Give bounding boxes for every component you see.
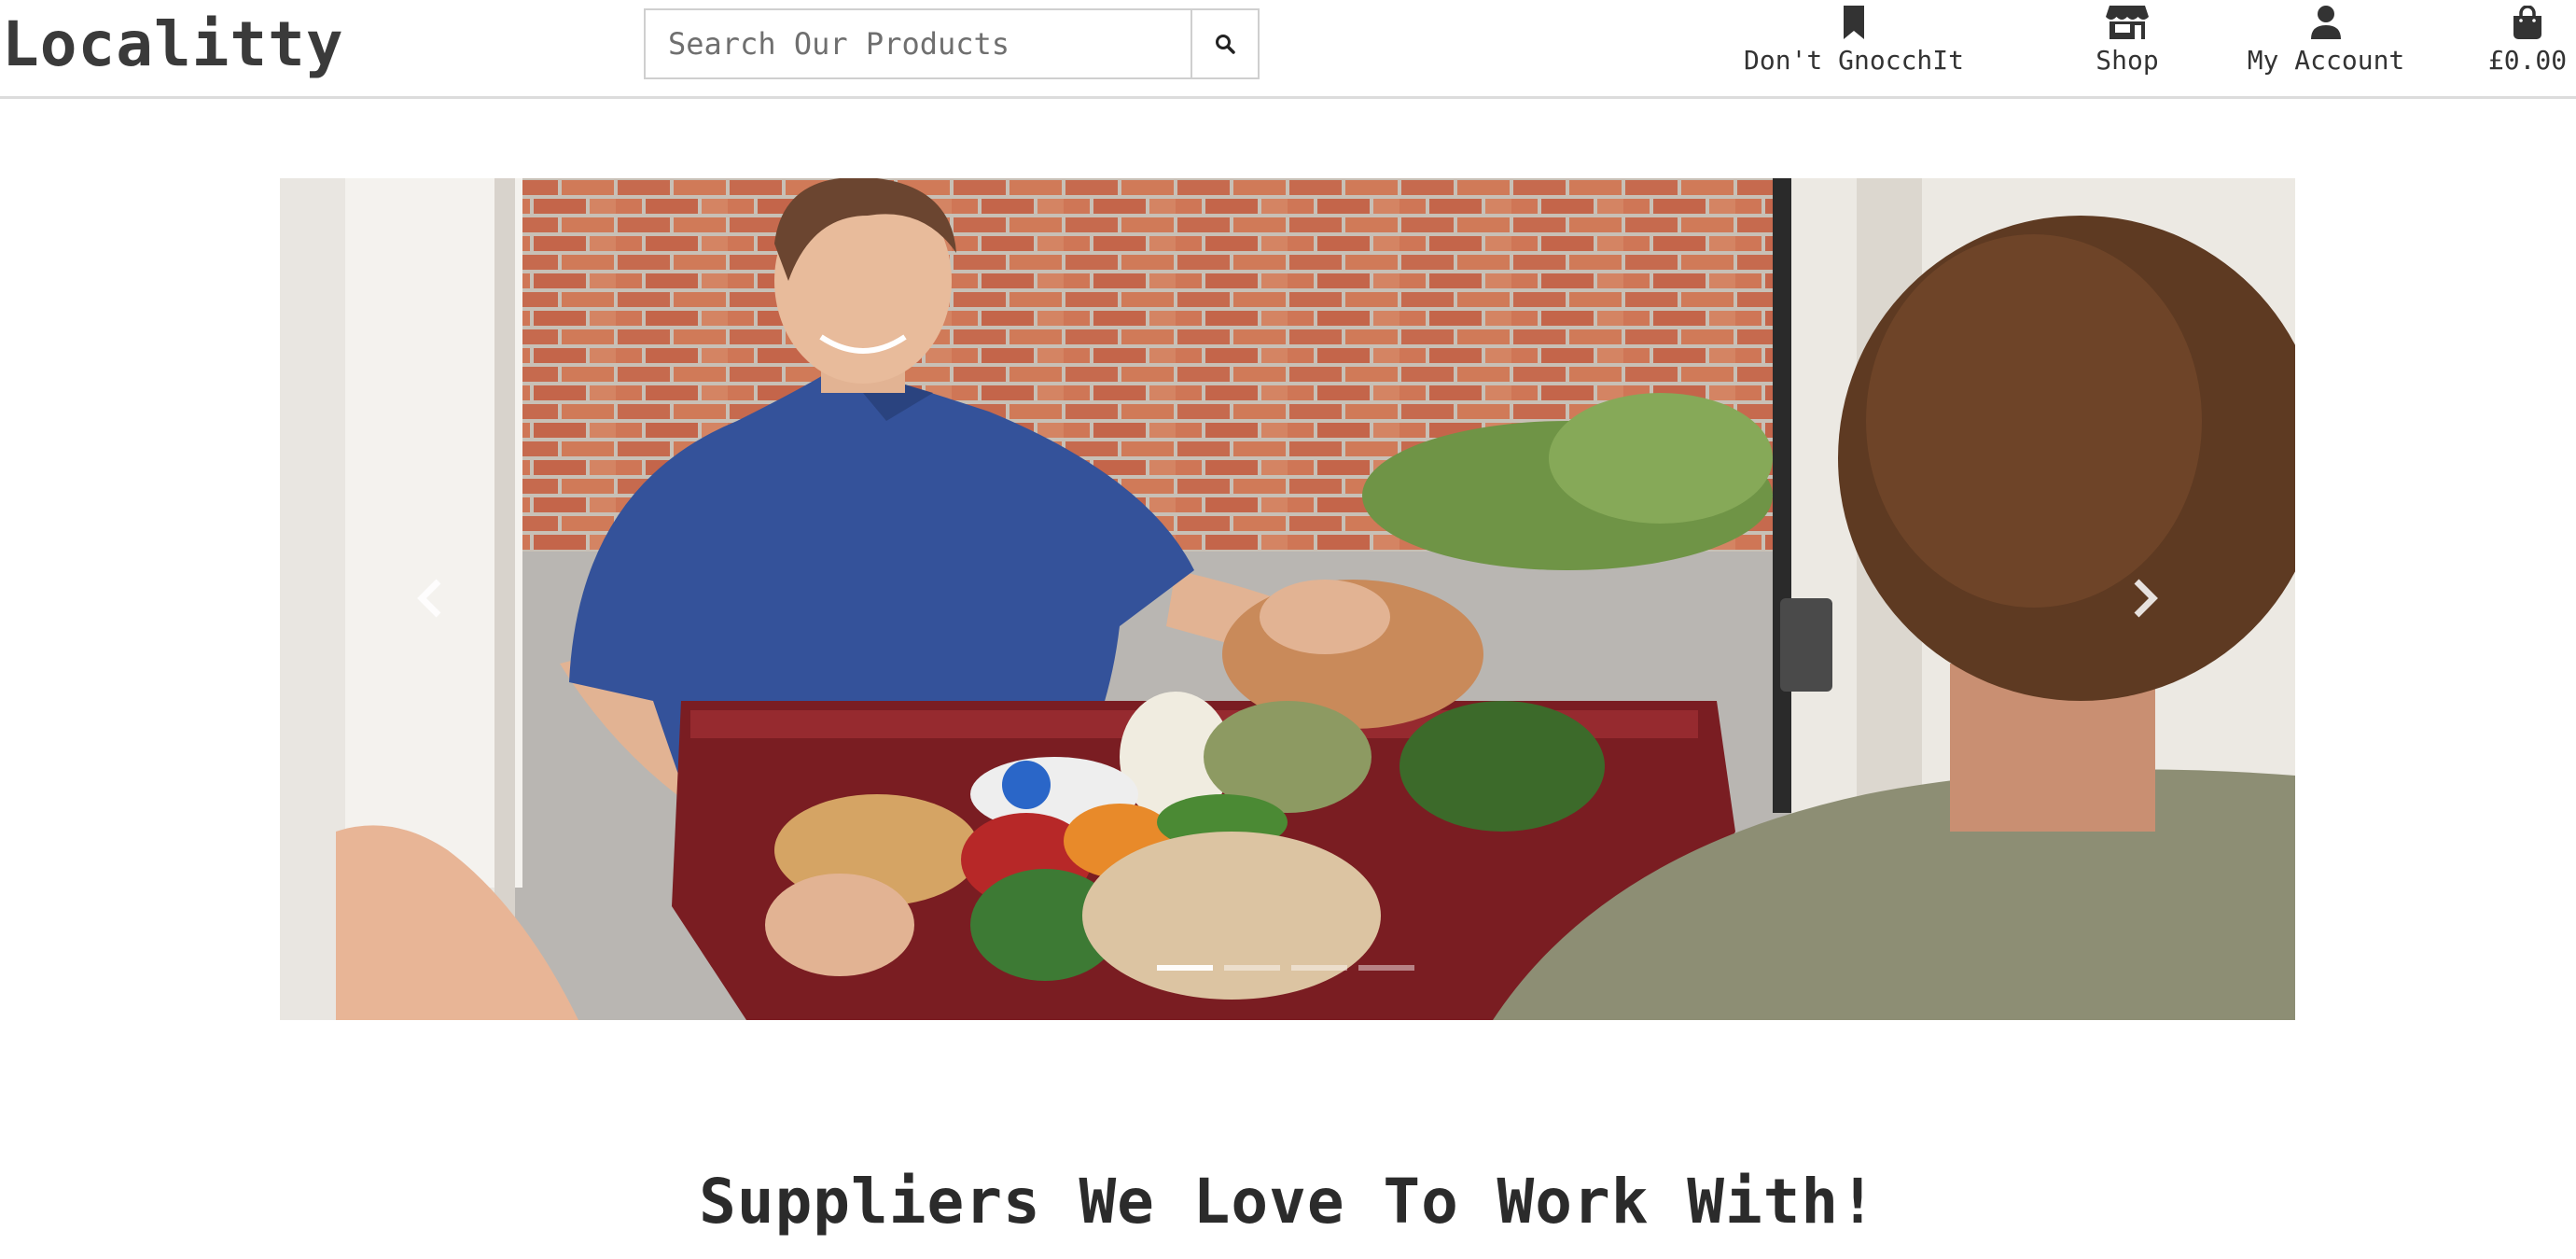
search-bar	[644, 8, 1260, 79]
nav-cart[interactable]: £0.00	[2485, 6, 2569, 90]
nav-my-account[interactable]: My Account	[2244, 6, 2408, 90]
nav-shop[interactable]: Shop	[2090, 6, 2165, 90]
carousel-indicator[interactable]	[1291, 965, 1347, 971]
nav-label: Don't GnocchIt	[1744, 45, 1965, 76]
store-icon	[2106, 6, 2149, 39]
carousel-indicator[interactable]	[1224, 965, 1280, 971]
cart-total: £0.00	[2487, 45, 2568, 76]
nav-label: My Account	[2247, 45, 2405, 76]
suppliers-heading: Suppliers We Love To Work With!	[699, 1166, 1877, 1238]
search-icon	[1216, 35, 1235, 54]
hero-image	[280, 178, 2295, 1020]
nav-dont-gnocchit[interactable]: Don't GnocchIt	[1744, 6, 1964, 90]
nav-label: Shop	[2096, 45, 2159, 76]
site-header: Localitty Don't GnocchIt Shop	[0, 0, 2576, 99]
site-logo[interactable]: Localitty	[2, 11, 344, 78]
bookmark-icon	[1844, 6, 1864, 39]
hero-carousel	[280, 178, 2295, 1020]
search-input[interactable]	[646, 10, 1191, 77]
carousel-indicator[interactable]	[1358, 965, 1414, 971]
carousel-next-button[interactable]	[2109, 552, 2183, 645]
carousel-indicators	[1157, 965, 1414, 971]
carousel-prev-button[interactable]	[392, 552, 466, 645]
user-icon	[2311, 6, 2341, 39]
shopping-bag-icon	[2513, 6, 2541, 39]
chevron-right-icon	[2134, 579, 2158, 618]
search-button[interactable]	[1191, 10, 1258, 77]
carousel-indicator[interactable]	[1157, 965, 1213, 971]
chevron-left-icon	[417, 579, 441, 618]
